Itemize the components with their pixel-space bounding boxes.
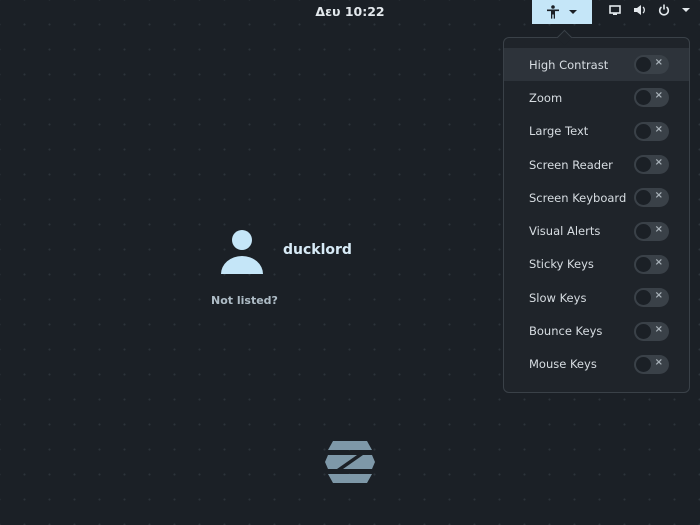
close-icon: × <box>654 223 663 235</box>
zorin-logo <box>325 441 375 487</box>
toggle-switch[interactable]: × <box>634 221 669 241</box>
toggle-knob <box>636 223 651 239</box>
menu-item-label: Slow Keys <box>529 290 587 305</box>
menu-item-zoom[interactable]: Zoom × <box>504 81 689 114</box>
system-menu[interactable] <box>609 4 690 16</box>
menu-item-large-text[interactable]: Large Text × <box>504 115 689 148</box>
close-icon: × <box>654 356 663 368</box>
close-icon: × <box>654 256 663 268</box>
menu-item-label: Sticky Keys <box>529 257 594 272</box>
toggle-knob <box>636 123 651 139</box>
top-bar: Δευ 10:22 <box>0 0 700 24</box>
not-listed-link[interactable]: Not listed? <box>211 294 278 307</box>
menu-item-label: Screen Reader <box>529 157 613 172</box>
volume-icon <box>634 5 645 15</box>
menu-item-label: High Contrast <box>529 57 609 72</box>
menu-item-label: Zoom <box>529 90 563 105</box>
menu-item-bounce-keys[interactable]: Bounce Keys × <box>504 314 689 347</box>
chevron-down-icon <box>682 8 690 12</box>
clock[interactable]: Δευ 10:22 <box>0 4 700 19</box>
toggle-switch[interactable]: × <box>634 321 669 341</box>
menu-item-sticky-keys[interactable]: Sticky Keys × <box>504 248 689 281</box>
menu-item-mouse-keys[interactable]: Mouse Keys × <box>504 348 689 381</box>
menu-item-label: Visual Alerts <box>529 224 601 239</box>
close-icon: × <box>654 57 663 69</box>
toggle-knob <box>636 157 651 173</box>
close-icon: × <box>654 123 663 135</box>
display-icon <box>609 4 621 15</box>
toggle-switch[interactable]: × <box>634 288 669 308</box>
menu-item-label: Mouse Keys <box>529 357 597 372</box>
menu-item-label: Screen Keyboard <box>529 190 627 205</box>
menu-item-visual-alerts[interactable]: Visual Alerts × <box>504 214 689 247</box>
toggle-knob <box>636 290 651 306</box>
toggle-knob <box>636 323 651 339</box>
close-icon: × <box>654 157 663 169</box>
close-icon: × <box>654 190 663 202</box>
power-icon <box>658 4 670 16</box>
toggle-switch[interactable]: × <box>634 121 669 141</box>
menu-item-slow-keys[interactable]: Slow Keys × <box>504 281 689 314</box>
accessibility-menu: High Contrast × Zoom × Large Text × Screen … <box>503 37 690 393</box>
toggle-knob <box>636 356 651 372</box>
toggle-switch[interactable]: × <box>634 55 669 75</box>
avatar[interactable] <box>220 228 264 280</box>
menu-item-screen-keyboard[interactable]: Screen Keyboard × <box>504 181 689 214</box>
accessibility-icon <box>547 5 559 19</box>
close-icon: × <box>654 290 663 302</box>
menu-item-label: Large Text <box>529 124 589 139</box>
toggle-switch[interactable]: × <box>634 354 669 374</box>
accessibility-menu-button[interactable] <box>532 0 592 24</box>
toggle-switch[interactable]: × <box>634 155 669 175</box>
toggle-switch[interactable]: × <box>634 88 669 108</box>
menu-item-label: Bounce Keys <box>529 324 603 339</box>
chevron-down-icon <box>569 10 577 14</box>
close-icon: × <box>654 323 663 335</box>
username[interactable]: ducklord <box>283 242 352 258</box>
toggle-switch[interactable]: × <box>634 188 669 208</box>
toggle-switch[interactable]: × <box>634 254 669 274</box>
close-icon: × <box>654 90 663 102</box>
toggle-knob <box>636 256 651 272</box>
menu-item-high-contrast[interactable]: High Contrast × <box>504 48 689 82</box>
toggle-knob <box>636 90 651 106</box>
toggle-knob <box>636 57 651 73</box>
menu-item-screen-reader[interactable]: Screen Reader × <box>504 148 689 181</box>
user-icon <box>221 230 263 274</box>
toggle-knob <box>636 190 651 206</box>
